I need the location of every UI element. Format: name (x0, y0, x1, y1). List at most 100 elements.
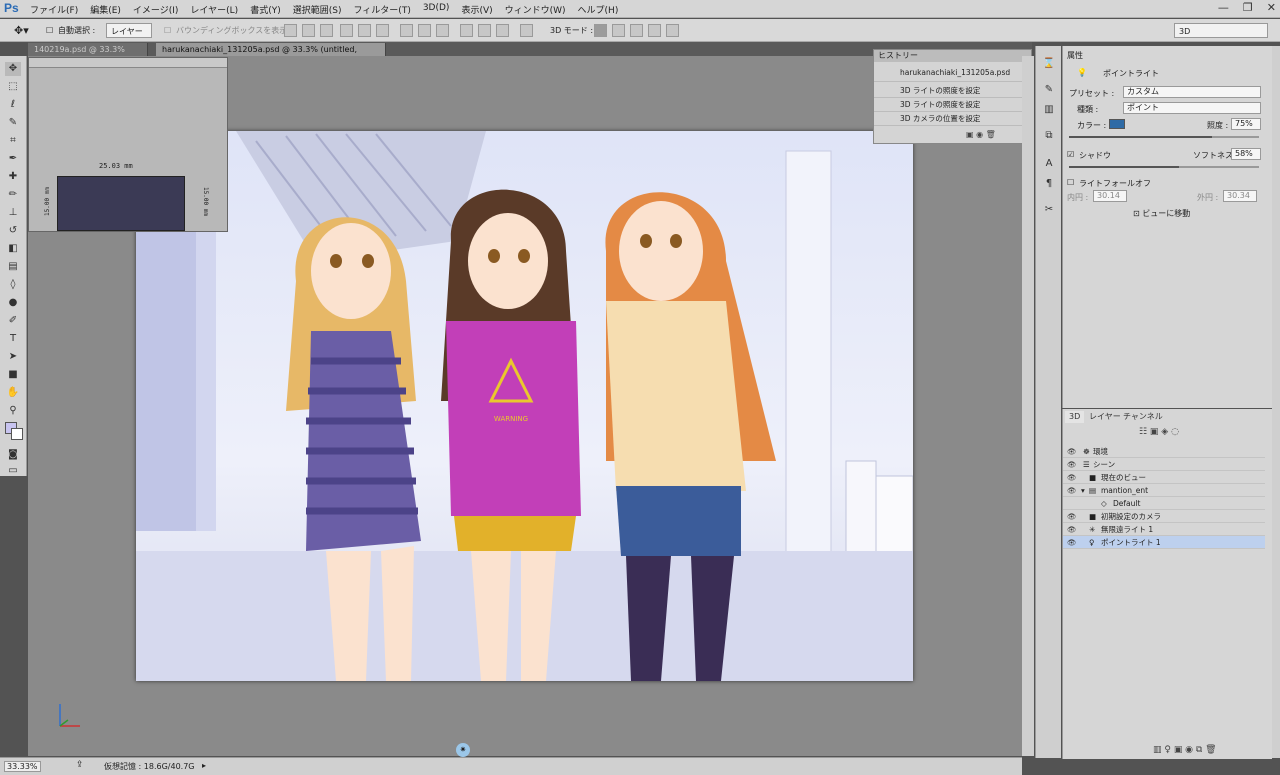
artwork-canvas[interactable]: WARNING (136, 131, 913, 681)
intensity-field[interactable]: 75% (1231, 118, 1261, 130)
color-swatches[interactable] (5, 422, 25, 444)
visibility-eye-icon[interactable]: 👁 (1067, 458, 1077, 471)
brush-presets-icon[interactable]: ▥ (1041, 104, 1057, 118)
auto-select-dropdown[interactable]: レイヤー (106, 23, 152, 38)
tab-channels[interactable]: チャンネル (1119, 411, 1167, 423)
intensity-slider[interactable] (1069, 136, 1259, 138)
menu-layer[interactable]: レイヤー(L) (190, 3, 238, 16)
visibility-eye-icon[interactable]: 👁 (1067, 484, 1077, 497)
panel-scrollbar[interactable] (1272, 46, 1280, 758)
softness-field[interactable]: 58% (1231, 148, 1261, 160)
navigator-window[interactable]: 25.03 mm 15.00 mm 15.00 mm (28, 57, 228, 232)
menu-file[interactable]: ファイル(F) (30, 3, 78, 16)
canvas-scrollbar[interactable] (1022, 56, 1034, 756)
zoom-tool-icon[interactable]: ⚲ (5, 404, 21, 418)
menu-type[interactable]: 書式(Y) (250, 3, 281, 16)
scale-3d-icon[interactable] (666, 24, 679, 37)
history-actions[interactable]: ▣ ◉ 🗑 (966, 130, 996, 139)
brush-panel-icon[interactable]: ✎ (1041, 84, 1057, 98)
lasso-tool-icon[interactable]: ℓ (5, 98, 21, 112)
scene-row-current-view[interactable]: 👁 ■ 現在のビュー (1063, 471, 1265, 484)
distribute-hcenter-icon[interactable] (478, 24, 491, 37)
type-tool-icon[interactable]: T (5, 332, 21, 346)
history-snapshot[interactable]: harukanachiaki_131205a.psd (874, 64, 1031, 82)
visibility-eye-icon[interactable]: 👁 (1067, 445, 1077, 458)
eraser-tool-icon[interactable]: ◧ (5, 242, 21, 256)
history-item[interactable]: 3D ライトの照度を設定 (874, 98, 1031, 112)
quick-mask-icon[interactable]: ◙ (5, 448, 21, 462)
export-icon[interactable]: ⇪ (76, 760, 84, 770)
scene-row-infinite-light[interactable]: 👁 ✳ 無限遠ライト 1 (1063, 523, 1265, 536)
history-item[interactable]: 3D カメラの位置を設定 (874, 112, 1031, 126)
distribute-top-icon[interactable] (400, 24, 413, 37)
distribute-bottom-icon[interactable] (436, 24, 449, 37)
eyedropper-tool-icon[interactable]: ✒ (5, 152, 21, 166)
pan-3d-icon[interactable] (630, 24, 643, 37)
history-item[interactable]: 3D ライトの照度を設定 (874, 84, 1031, 98)
scene-row-environment[interactable]: 👁 ☸ 環境 (1063, 445, 1265, 458)
tool-presets-icon[interactable]: ✂ (1041, 204, 1057, 218)
align-right-icon[interactable] (376, 24, 389, 37)
menu-select[interactable]: 選択範囲(S) (293, 3, 342, 16)
outer-field[interactable]: 30.34 (1223, 190, 1257, 202)
history-panel-icon[interactable]: ⌛ (1041, 58, 1057, 72)
quick-select-tool-icon[interactable]: ✎ (5, 116, 21, 130)
scene-row-point-light[interactable]: 👁 ♀ ポイントライト 1 (1063, 536, 1265, 549)
light-widget-icon[interactable]: ✷ (456, 743, 470, 757)
menu-edit[interactable]: 編集(E) (90, 3, 121, 16)
history-brush-tool-icon[interactable]: ↺ (5, 224, 21, 238)
stamp-tool-icon[interactable]: ⊥ (5, 206, 21, 220)
minimize-button[interactable]: — (1218, 1, 1229, 14)
scene-row-mesh[interactable]: 👁 ▾ ▤ mantion_ent (1063, 484, 1265, 497)
bbox-checkbox[interactable]: ☐ (164, 23, 171, 38)
blur-tool-icon[interactable]: ◊ (5, 278, 21, 292)
brush-tool-icon[interactable]: ✏ (5, 188, 21, 202)
scene-filter-icons[interactable]: ☷ ▣ ◈ ◌ (1139, 427, 1179, 437)
align-vcenter-icon[interactable] (302, 24, 315, 37)
visibility-eye-icon[interactable]: 👁 (1067, 523, 1077, 536)
dodge-tool-icon[interactable]: ● (5, 296, 21, 310)
marquee-tool-icon[interactable]: ⬚ (5, 80, 21, 94)
tab-harukanachiaki[interactable]: harukanachiaki_131205a.psd @ 33.3% (unti… (156, 43, 386, 67)
pen-tool-icon[interactable]: ✐ (5, 314, 21, 328)
scene-row-material[interactable]: ◇ Default (1063, 497, 1265, 510)
move-to-view-button[interactable]: ⊡ ビューに移動 (1133, 208, 1190, 219)
align-hcenter-icon[interactable] (358, 24, 371, 37)
roll-3d-icon[interactable] (612, 24, 625, 37)
crop-tool-icon[interactable]: ⌗ (5, 134, 21, 148)
menu-help[interactable]: ヘルプ(H) (578, 3, 619, 16)
orbit-3d-icon[interactable] (594, 24, 607, 37)
menu-3d[interactable]: 3D(D) (423, 3, 450, 16)
move-tool-icon[interactable]: ✥▾ (14, 23, 29, 38)
distribute-left-icon[interactable] (460, 24, 473, 37)
scene-row-default-camera[interactable]: 👁 ■ 初期設定のカメラ (1063, 510, 1265, 523)
menu-window[interactable]: ウィンドウ(W) (505, 3, 566, 16)
paragraph-panel-icon[interactable]: ¶ (1041, 178, 1057, 192)
softness-slider[interactable] (1069, 166, 1259, 168)
scene-footer-icons[interactable]: ▥ ♀ ▣ ◉ ⧉ 🗑 (1153, 745, 1217, 755)
character-panel-icon[interactable]: A (1041, 158, 1057, 172)
scene-row-scene[interactable]: 👁 ☰ シーン (1063, 458, 1265, 471)
slide-3d-icon[interactable] (648, 24, 661, 37)
close-button[interactable]: ✕ (1267, 1, 1276, 14)
visibility-eye-icon[interactable]: 👁 (1067, 471, 1077, 484)
auto-align-icon[interactable] (520, 24, 533, 37)
healing-tool-icon[interactable]: ✚ (5, 170, 21, 184)
align-top-icon[interactable] (284, 24, 297, 37)
hand-tool-icon[interactable]: ✋ (5, 386, 21, 400)
kind-dropdown[interactable]: ポイント (1123, 102, 1261, 114)
clone-source-icon[interactable]: ⧉ (1041, 130, 1057, 144)
align-bottom-icon[interactable] (320, 24, 333, 37)
axis-gizmo-icon[interactable] (54, 700, 84, 730)
expand-arrow-icon[interactable]: ▾ (1081, 484, 1085, 497)
distribute-right-icon[interactable] (496, 24, 509, 37)
restore-button[interactable]: ❐ (1243, 1, 1253, 14)
menu-view[interactable]: 表示(V) (461, 3, 492, 16)
inner-field[interactable]: 30.14 (1093, 190, 1127, 202)
zoom-field[interactable]: 33.33% (4, 761, 41, 772)
preset-dropdown[interactable]: カスタム (1123, 86, 1261, 98)
light-color-swatch[interactable] (1109, 119, 1125, 129)
align-left-icon[interactable] (340, 24, 353, 37)
status-arrow-icon[interactable]: ▸ (202, 761, 206, 770)
shape-tool-icon[interactable]: ■ (5, 368, 21, 382)
